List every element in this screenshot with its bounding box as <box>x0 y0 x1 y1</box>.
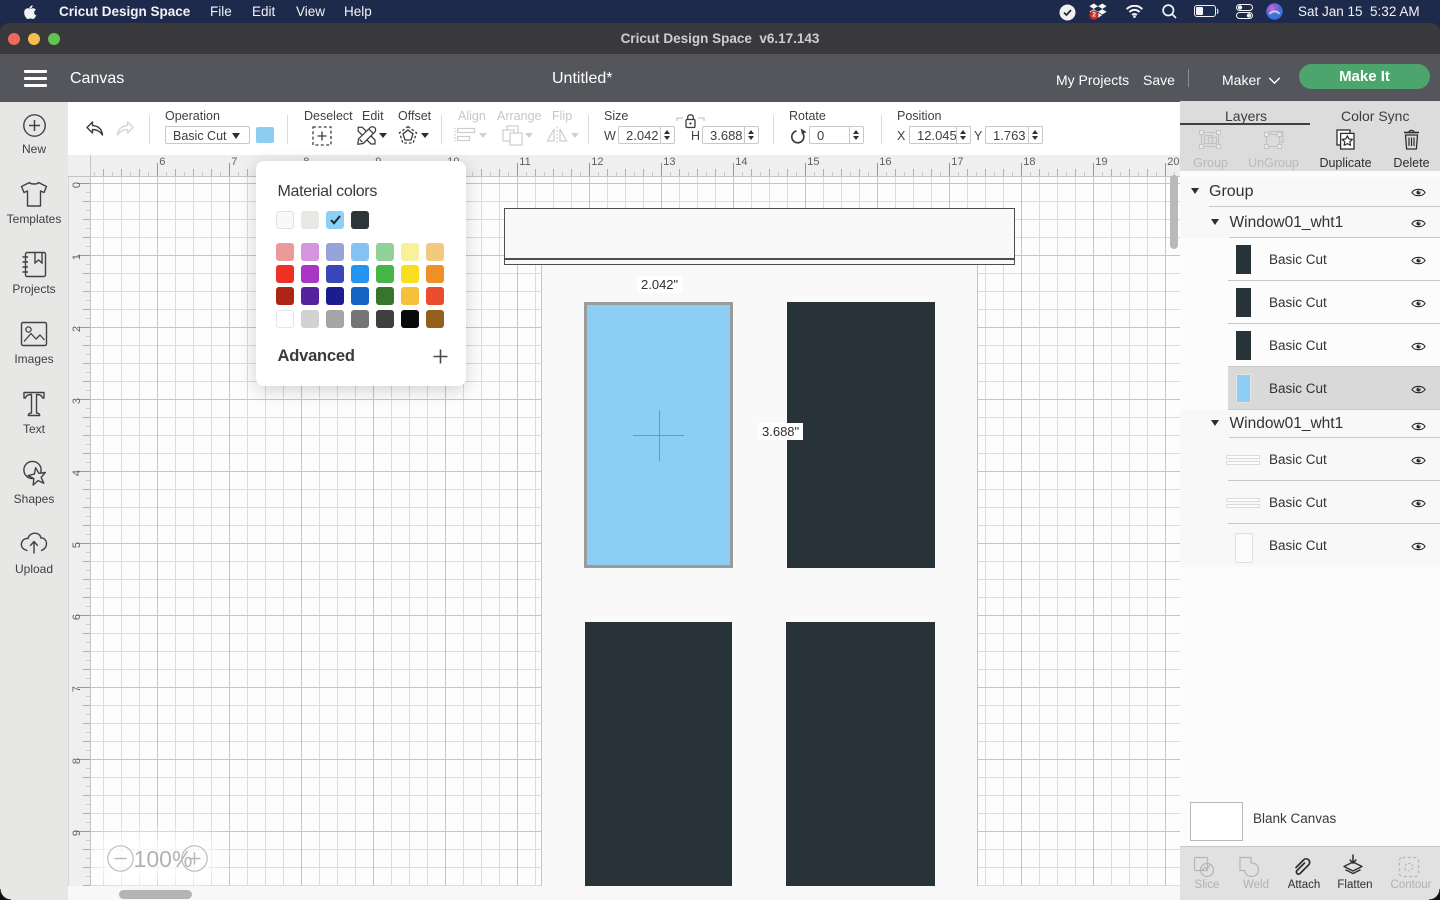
svg-text:2: 2 <box>1092 12 1096 19</box>
